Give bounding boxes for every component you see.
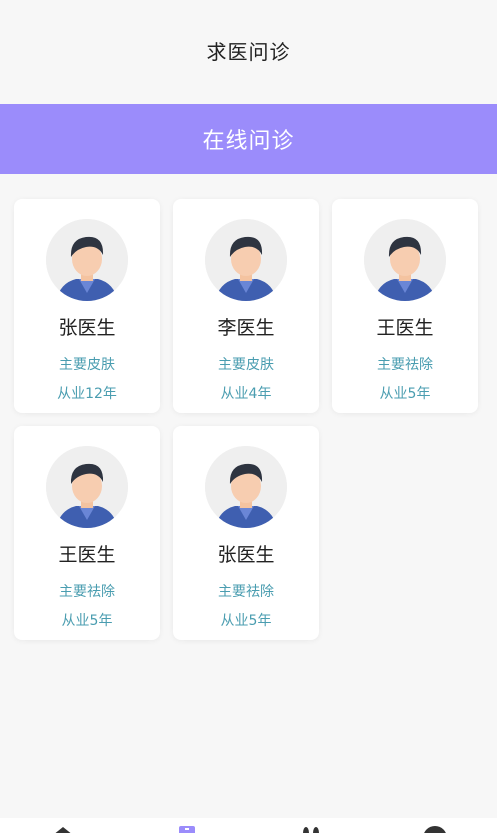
doctor-name: 王医生 [376,317,434,339]
doctor-experience: 从业5年 [61,613,113,629]
doctor-specialty: 主要皮肤 [218,357,274,373]
doctor-name: 王医生 [58,544,116,566]
consult-icon[interactable] [174,825,200,833]
doctor-name: 李医生 [217,317,275,339]
page-title: 求医问诊 [206,39,291,64]
home-icon[interactable] [50,825,76,833]
doctor-avatar-icon [364,219,446,301]
online-consult-banner[interactable]: 在线问诊 [0,104,497,174]
doctor-avatar-icon [46,219,128,301]
doctor-avatar-icon [46,446,128,528]
rabbit-icon[interactable] [298,825,324,833]
top-bar: 求医问诊 [0,0,497,104]
doctor-specialty: 主要祛除 [59,584,115,600]
doctor-card[interactable]: 王医生 主要祛除 从业5年 [14,426,160,640]
doctor-experience: 从业4年 [220,386,272,402]
doctor-avatar-icon [205,446,287,528]
doctor-name: 张医生 [217,544,275,566]
doctor-avatar-icon [205,219,287,301]
doctor-specialty: 主要祛除 [377,357,433,373]
doctor-name: 张医生 [58,317,116,339]
bottom-tab-bar [0,818,497,833]
doctor-card[interactable]: 张医生 主要皮肤 从业12年 [14,199,160,413]
doctor-card[interactable]: 张医生 主要祛除 从业5年 [173,426,319,640]
doctor-specialty: 主要皮肤 [59,357,115,373]
banner-text: 在线问诊 [202,129,295,154]
doctor-experience: 从业12年 [57,386,117,402]
doctor-card[interactable]: 李医生 主要皮肤 从业4年 [173,199,319,413]
doctor-experience: 从业5年 [220,613,272,629]
doctor-experience: 从业5年 [379,386,431,402]
profile-icon[interactable] [422,825,448,833]
doctor-card[interactable]: 王医生 主要祛除 从业5年 [332,199,478,413]
doctor-specialty: 主要祛除 [218,584,274,600]
